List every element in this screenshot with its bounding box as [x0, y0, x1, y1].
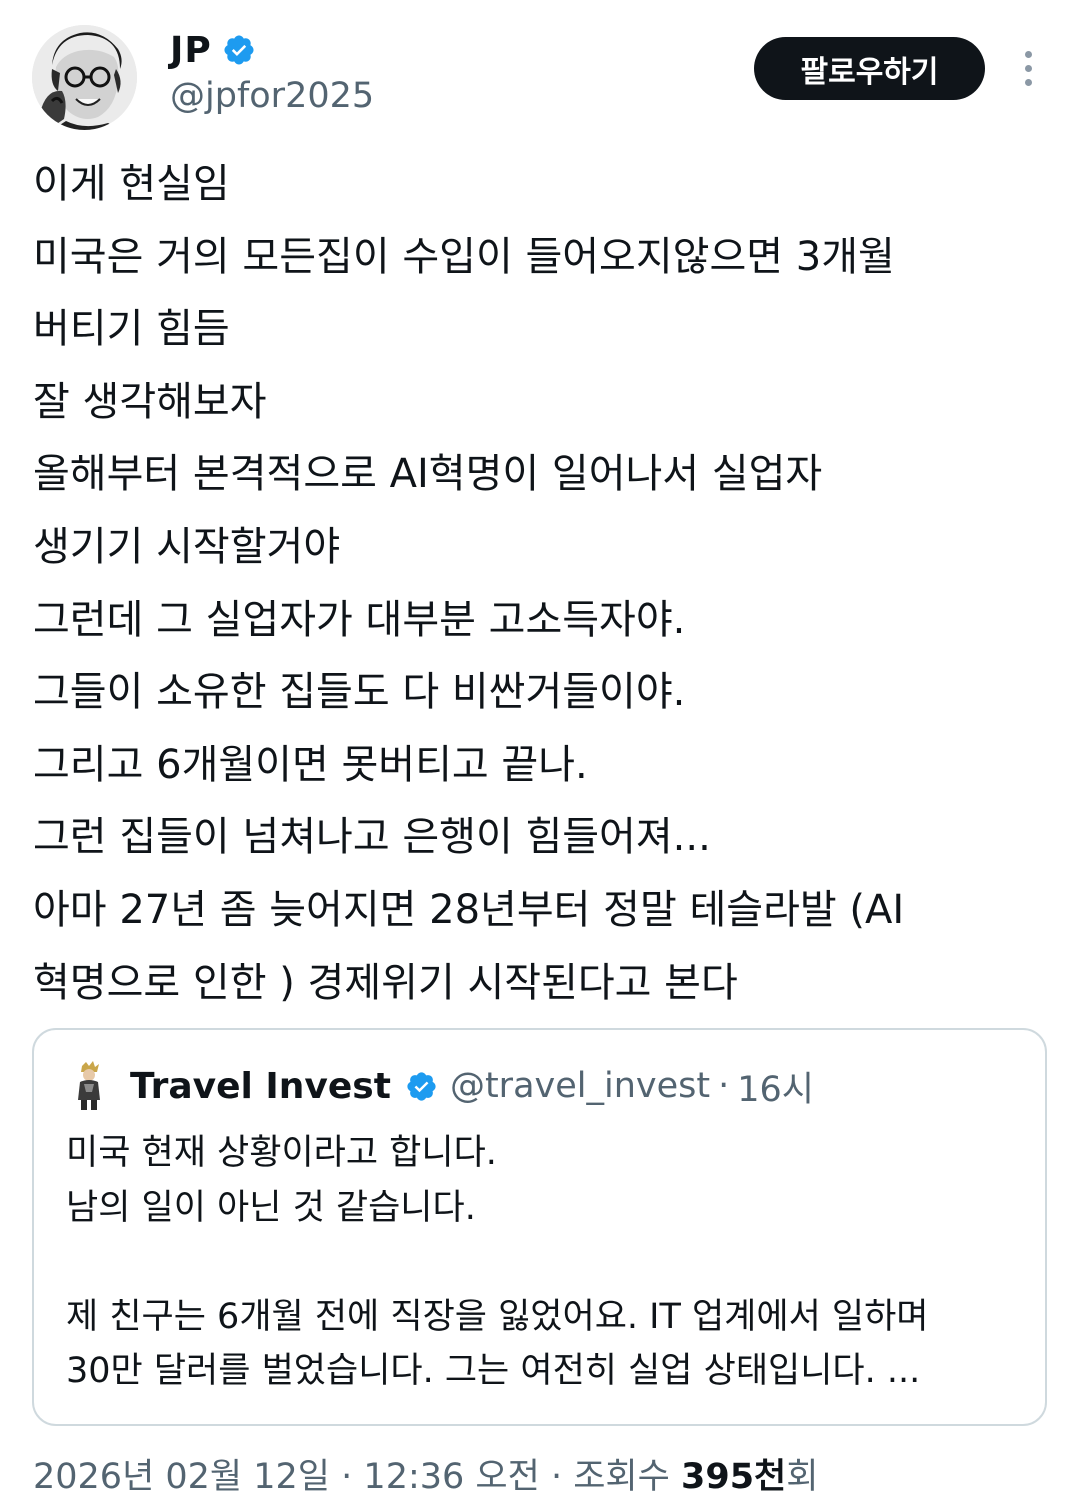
quoted-timestamp[interactable]: 16시 — [737, 1061, 814, 1112]
meta-separator: · — [341, 1457, 353, 1497]
dot — [1024, 64, 1032, 72]
quoted-line: 남의 일이 아닌 것 같습니다. — [66, 1187, 476, 1228]
dot — [1024, 50, 1032, 58]
tweet-line: 그리고 6개월이면 못버티고 끝나. — [33, 741, 588, 788]
tweet-line: 아마 27년 좀 늦어지면 28년부터 정말 테슬라발 (AI — [33, 886, 905, 933]
quoted-line: 30만 달러를 벌었습니다. 그는 여전히 실업 상태입니다. ... — [66, 1351, 921, 1391]
dot — [1024, 78, 1032, 86]
tweet-line: 그런데 그 실업자가 대부분 고소득자야. — [33, 596, 686, 643]
verified-badge-icon — [224, 35, 254, 65]
quoted-verified-badge-icon — [407, 1071, 436, 1101]
views-suffix: 회 — [786, 1457, 819, 1497]
tweet-meta: 2026년 02월 12일 · 12:36 오전 · 조회수 395천회 — [33, 1448, 818, 1499]
tweet-line: 그들이 소유한 집들도 다 비싼거들이야. — [33, 669, 686, 716]
tweet-date[interactable]: 2026년 02월 12일 — [33, 1457, 330, 1497]
follow-button[interactable]: 팔로우하기 — [754, 37, 985, 100]
views-count[interactable]: 395천 — [681, 1457, 786, 1497]
quoted-tweet-card[interactable]: Travel Invest @travel_invest · 16시 미국 현재… — [32, 1028, 1047, 1426]
tweet-line: 생기기 시작할거야 — [33, 523, 341, 570]
tweet-time[interactable]: 12:36 오전 — [363, 1457, 539, 1497]
quoted-display-name[interactable]: Travel Invest — [130, 1066, 391, 1107]
quoted-line: 미국 현재 상황이라고 합니다. — [66, 1133, 497, 1173]
author-name-row: JP — [170, 26, 256, 74]
tweet-text: 이게 현실임 미국은 거의 모든집이 수입이 들어오지않으면 3개월 버티기 힘… — [33, 148, 1043, 1019]
tweet-line: 이게 현실임 — [33, 161, 230, 207]
more-options-icon[interactable] — [1008, 44, 1048, 92]
tweet-line: 미국은 거의 모든집이 수입이 들어오지않으면 3개월 — [33, 233, 895, 280]
quoted-tweet-header: Travel Invest @travel_invest · 16시 — [66, 1060, 814, 1112]
quoted-tweet-text: 미국 현재 상황이라고 합니다. 남의 일이 아닌 것 같습니다. 제 친구는 … — [66, 1126, 1026, 1399]
tweet-line: 올해부터 본격적으로 AI혁명이 일어나서 실업자 — [33, 451, 823, 498]
quoted-author-avatar-icon[interactable] — [66, 1060, 112, 1112]
author-display-name[interactable]: JP — [170, 30, 212, 71]
author-handle[interactable]: @jpfor2025 — [170, 76, 374, 116]
tweet-line: 잘 생각해보자 — [33, 378, 267, 425]
quoted-line — [66, 1235, 1026, 1290]
tweet-line: 그런 집들이 넘쳐나고 은행이 힘들어져... — [33, 814, 711, 861]
avatar-photo-icon — [32, 25, 137, 130]
quoted-handle[interactable]: @travel_invest — [450, 1066, 710, 1106]
tweet-line: 버티기 힘듬 — [33, 306, 230, 353]
tweet-line: 혁명으로 인한 ) 경제위기 시작된다고 본다 — [33, 959, 738, 1006]
author-avatar[interactable] — [32, 25, 137, 130]
meta-separator: · — [550, 1457, 563, 1497]
quoted-separator: · — [718, 1066, 730, 1106]
quoted-line: 제 친구는 6개월 전에 직장을 잃었어요. IT 업계에서 일하며 — [66, 1296, 929, 1337]
views-label: 조회수 — [573, 1457, 670, 1497]
